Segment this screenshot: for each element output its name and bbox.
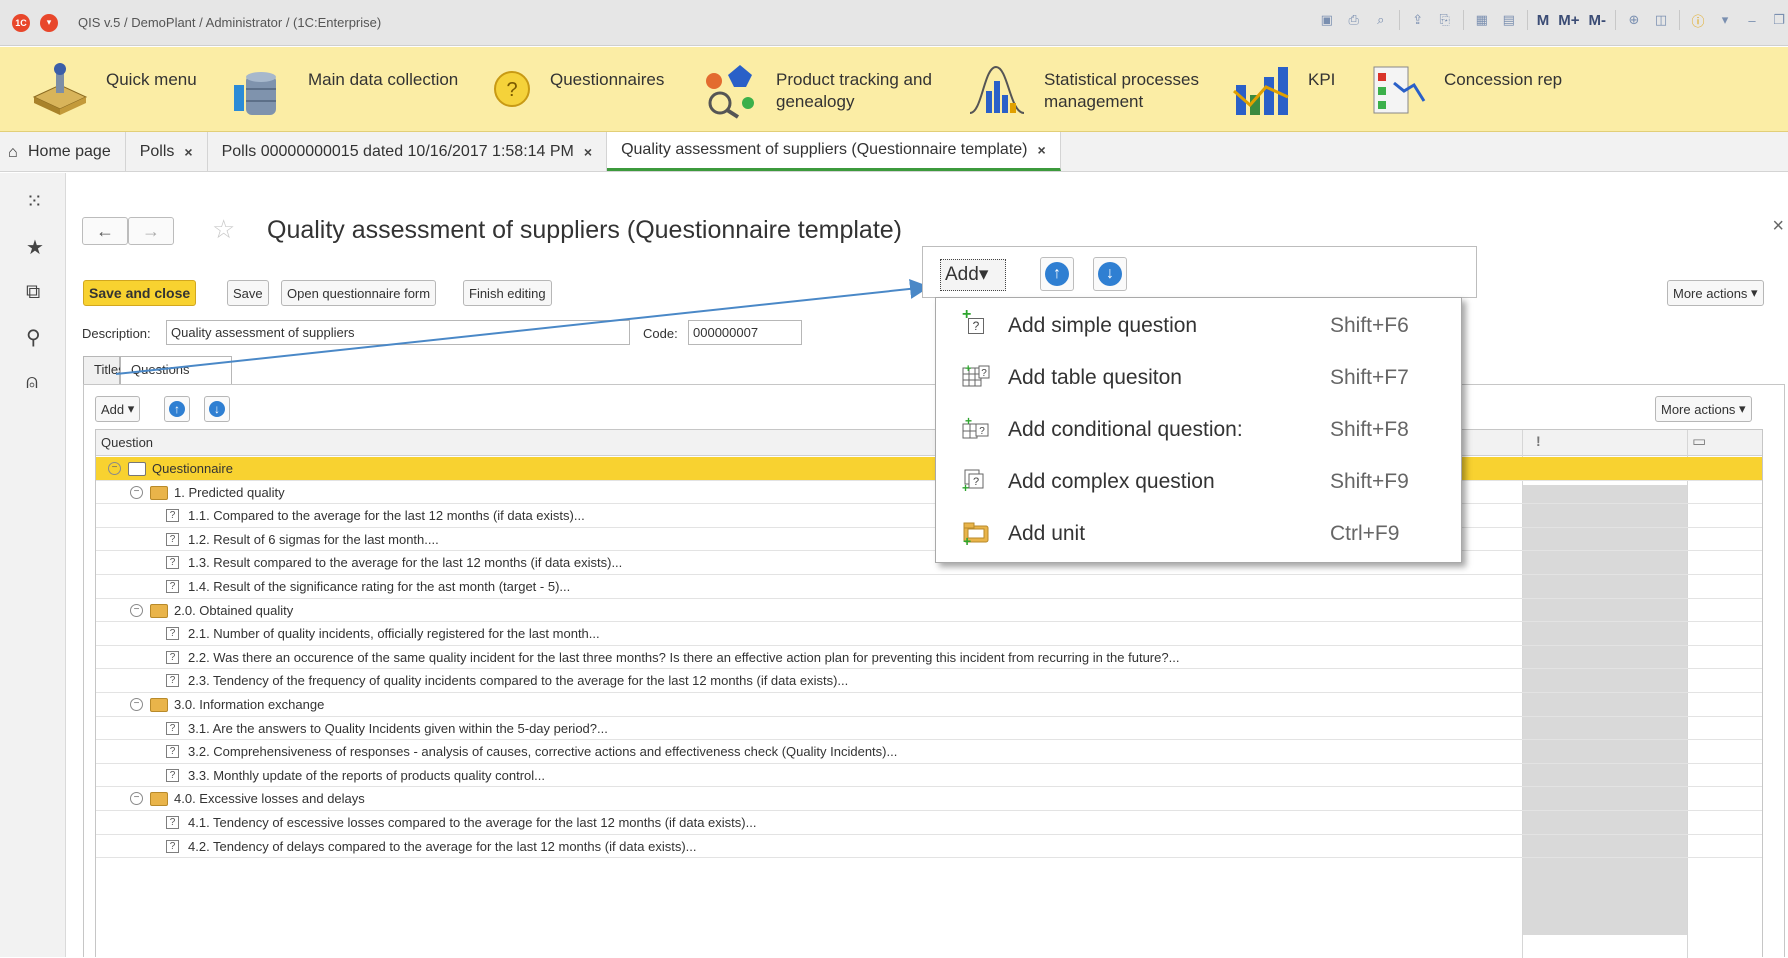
popup-move-up-button[interactable]: ↑	[1040, 257, 1074, 291]
menu-item-label: Add table quesiton	[1008, 366, 1182, 389]
arrow-down-icon: ↓	[1098, 262, 1122, 286]
menu-item-add-complex-question[interactable]: ? + Add complex question Shift+F9	[936, 454, 1461, 506]
svg-text:+: +	[963, 533, 971, 546]
menu-item-add-table-question[interactable]: ? + Add table quesiton Shift+F7	[936, 350, 1461, 402]
svg-text:+: +	[965, 416, 972, 428]
menu-item-shortcut: Shift+F7	[1330, 366, 1409, 389]
add-simple-question-icon: ? +	[962, 306, 988, 336]
callout-arrow	[115, 278, 930, 375]
button-label: Add	[945, 264, 979, 285]
menu-item-label: Add simple question	[1008, 314, 1198, 337]
popup-add-button[interactable]: Add▾	[940, 259, 1006, 291]
menu-item-shortcut: Shift+F9	[1330, 470, 1409, 493]
svg-text:?: ?	[981, 368, 987, 379]
popup-move-down-button[interactable]: ↓	[1093, 257, 1127, 291]
menu-item-add-simple-question[interactable]: ? + Add simple question Shift+F6	[936, 298, 1461, 350]
menu-item-label: Add conditional question:	[1008, 418, 1243, 441]
menu-item-shortcut: Ctrl+F9	[1330, 522, 1400, 545]
add-dropdown-menu: ? + Add simple question Shift+F6 ? + Add t…	[935, 297, 1462, 563]
svg-text:+: +	[965, 364, 971, 375]
menu-item-shortcut: Shift+F6	[1330, 314, 1409, 337]
add-conditional-question-icon: ? +	[962, 414, 989, 440]
menu-item-add-conditional-question[interactable]: ? + Add conditional question: Shift+F8	[936, 402, 1461, 454]
svg-text:?: ?	[979, 426, 985, 437]
menu-item-add-unit[interactable]: + Add unit Ctrl+F9	[936, 506, 1461, 558]
svg-text:?: ?	[973, 476, 979, 488]
add-table-question-icon: ? +	[962, 363, 990, 388]
menu-item-label: Add complex question	[1008, 470, 1215, 493]
add-unit-icon: +	[962, 520, 989, 549]
add-complex-question-icon: ? +	[962, 468, 988, 495]
svg-text:+: +	[962, 481, 969, 492]
menu-item-shortcut: Shift+F8	[1330, 418, 1409, 441]
menu-item-label: Add unit	[1008, 522, 1086, 545]
arrow-up-icon: ↑	[1045, 262, 1069, 286]
